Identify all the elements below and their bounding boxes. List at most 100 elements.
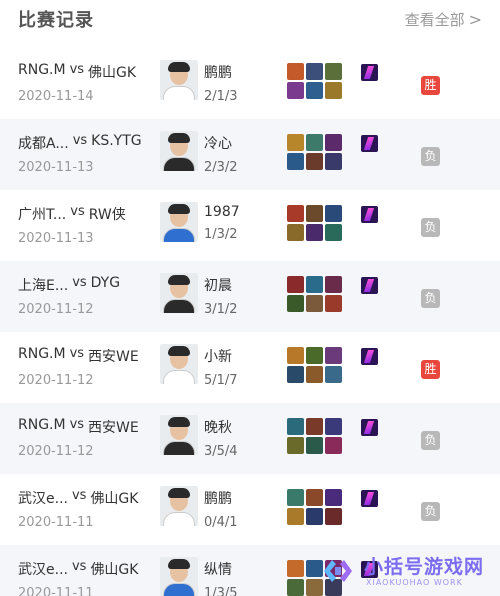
match-date: 2020-11-14 [18, 89, 94, 104]
hero-icon [287, 366, 304, 383]
hero-icon [306, 489, 323, 506]
hero-icon [306, 276, 323, 293]
player-kda: 1/3/5 [204, 586, 238, 596]
section-header: 比赛记录 查看全部 > [0, 0, 500, 38]
match-row[interactable]: 上海E... vs DYG 2020-11-12 初晨 3/1/2 负 [0, 261, 500, 332]
hero-grid [287, 489, 343, 525]
hero-grid [287, 347, 343, 383]
team-b-name: 佛山GK [90, 562, 139, 578]
match-date: 2020-11-12 [18, 302, 94, 317]
player-info: 冷心 2/3/2 [204, 133, 238, 175]
section-title: 比赛记录 [18, 10, 94, 31]
hero-icon [287, 560, 304, 577]
player-name: 冷心 [204, 136, 232, 152]
summoner-spell-icon [361, 419, 378, 436]
view-all-label: 查看全部 [404, 10, 465, 29]
hero-icon [306, 418, 323, 435]
team-b-name: KS.YTG [91, 133, 142, 149]
hero-icon [325, 508, 342, 525]
team-b-name: 西安WE [88, 420, 139, 436]
player-avatar [160, 202, 198, 242]
match-teams: RNG.M vs 佛山GK 2020-11-14 [18, 62, 168, 104]
vs-label: vs [71, 488, 87, 503]
hero-grid [287, 63, 343, 99]
hero-icon [306, 347, 323, 364]
hero-icon [287, 437, 304, 454]
match-date: 2020-11-12 [18, 444, 94, 459]
player-name: 小新 [204, 349, 232, 365]
hero-icon [306, 224, 323, 241]
player-info: 1987 1/3/2 [204, 204, 240, 242]
hero-icon [306, 153, 323, 170]
player-kda: 2/3/2 [204, 160, 238, 175]
summoner-spell-icon [361, 490, 378, 507]
match-row[interactable]: RNG.M vs 西安WE 2020-11-12 小新 5/1/7 胜 [0, 332, 500, 403]
player-avatar [160, 344, 198, 384]
hero-icon [325, 276, 342, 293]
team-a-name: 广州T... [18, 207, 67, 223]
match-row[interactable]: RNG.M vs 西安WE 2020-11-12 晚秋 3/5/4 负 [0, 403, 500, 474]
hero-icon [287, 134, 304, 151]
player-kda: 3/1/2 [204, 302, 238, 317]
player-info: 小新 5/1/7 [204, 346, 238, 388]
player-avatar [160, 486, 198, 526]
team-a-name: 武汉e... [18, 562, 68, 578]
result-badge: 负 [421, 218, 440, 237]
hero-icon [325, 418, 342, 435]
match-row[interactable]: 广州T... vs RW侠 2020-11-13 1987 1/3/2 负 [0, 190, 500, 261]
hero-icon [287, 153, 304, 170]
hero-icon [287, 205, 304, 222]
hero-icon [287, 347, 304, 364]
team-a-name: RNG.M [18, 417, 66, 433]
player-avatar [160, 273, 198, 313]
match-date: 2020-11-13 [18, 231, 94, 246]
hero-icon [306, 134, 323, 151]
hero-icon [325, 489, 342, 506]
watermark-subtext: XIAOKUOHAO WORK [366, 578, 463, 587]
player-info: 鹏鹏 2/1/3 [204, 62, 238, 104]
match-teams: 武汉e... vs 佛山GK 2020-11-11 [18, 559, 168, 596]
hero-icon [325, 295, 342, 312]
match-date: 2020-11-11 [18, 586, 94, 596]
match-row[interactable]: 成都A... vs KS.YTG 2020-11-13 冷心 2/3/2 负 [0, 119, 500, 190]
hero-icon [287, 82, 304, 99]
hero-grid [287, 134, 343, 170]
match-teams: 成都A... vs KS.YTG 2020-11-13 [18, 133, 168, 175]
player-name: 鹏鹏 [204, 65, 232, 81]
hero-icon [287, 276, 304, 293]
match-date: 2020-11-13 [18, 160, 94, 175]
match-row[interactable]: 武汉e... vs 佛山GK 2020-11-11 鹏鹏 0/4/1 负 [0, 474, 500, 545]
team-b-name: DYG [90, 275, 121, 291]
hero-icon [325, 366, 342, 383]
result-badge: 负 [421, 289, 440, 308]
vs-label: vs [70, 204, 85, 219]
team-a-name: RNG.M [18, 346, 66, 362]
hero-icon [306, 63, 323, 80]
match-teams: RNG.M vs 西安WE 2020-11-12 [18, 417, 168, 459]
match-date: 2020-11-12 [18, 373, 94, 388]
team-a-name: 武汉e... [18, 491, 68, 507]
hero-grid [287, 276, 343, 312]
team-a-name: RNG.M [18, 62, 66, 78]
team-a-name: 成都A... [18, 136, 69, 152]
match-teams: RNG.M vs 西安WE 2020-11-12 [18, 346, 168, 388]
hero-icon [287, 63, 304, 80]
view-all-link[interactable]: 查看全部 > [405, 9, 482, 30]
player-name: 初晨 [204, 278, 232, 294]
hero-icon [325, 205, 342, 222]
hero-icon [325, 63, 342, 80]
watermark: 小括号游戏网 XIAOKUOHAO WORK [318, 552, 493, 592]
hero-icon [325, 82, 342, 99]
vs-label: vs [69, 346, 85, 361]
hero-icon [287, 579, 304, 596]
player-kda: 2/1/3 [204, 89, 238, 104]
team-b-name: 西安WE [88, 349, 139, 365]
hero-icon [306, 366, 323, 383]
player-info: 鹏鹏 0/4/1 [204, 488, 238, 530]
match-row[interactable]: RNG.M vs 佛山GK 2020-11-14 鹏鹏 2/1/3 胜 [0, 48, 500, 119]
hero-icon [325, 134, 342, 151]
chevron-right-icon: > [468, 9, 482, 29]
player-avatar [160, 131, 198, 171]
match-date: 2020-11-11 [18, 515, 94, 530]
hero-icon [306, 295, 323, 312]
